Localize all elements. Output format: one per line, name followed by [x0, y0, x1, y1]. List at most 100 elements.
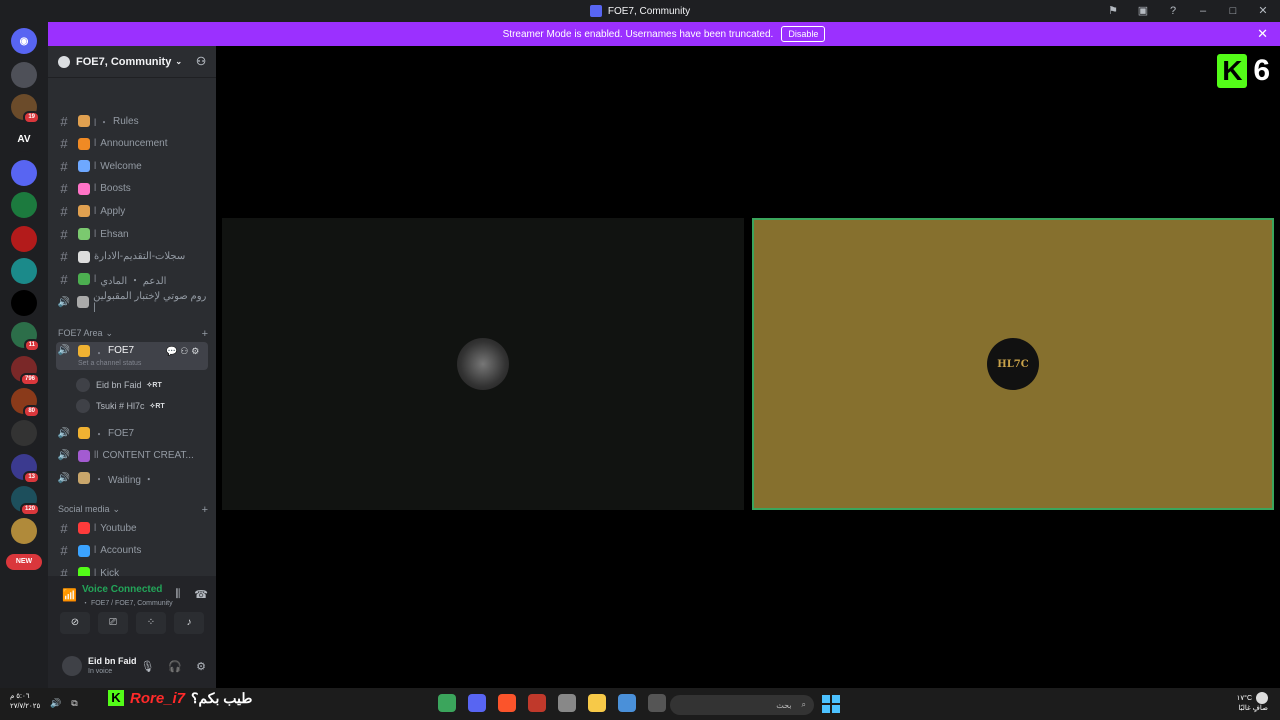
- text-channel-item[interactable]: # l Welcome: [56, 156, 208, 176]
- server-item[interactable]: [11, 192, 37, 218]
- category-header[interactable]: FOE7 Area ⌄ +: [58, 328, 208, 340]
- app-icon[interactable]: [438, 694, 456, 712]
- weather-widget[interactable]: ١٧°C صافٍ غالبًا: [1237, 692, 1268, 714]
- channel-status[interactable]: Set a channel status: [78, 360, 141, 367]
- windows-start-icon[interactable]: [822, 695, 840, 713]
- task-view-icon[interactable]: [648, 694, 666, 712]
- volume-icon[interactable]: 🔊: [50, 698, 61, 709]
- server-item[interactable]: 11: [11, 322, 40, 352]
- server-item[interactable]: [11, 62, 37, 88]
- channel-emoji-icon: [78, 544, 90, 557]
- server-item[interactable]: 13: [11, 454, 40, 484]
- chevron-down-icon: ⌄: [105, 328, 114, 338]
- voice-channel-item[interactable]: 🔊 ll CONTENT CREAT...: [56, 446, 208, 466]
- activities-button[interactable]: ⁘: [136, 612, 166, 634]
- discord-taskbar-icon[interactable]: [468, 694, 486, 712]
- inbox-icon[interactable]: ⚑: [1104, 2, 1122, 20]
- server-item[interactable]: [11, 420, 37, 446]
- voice-member[interactable]: Tsuki # Hl7c ✧RT: [76, 397, 165, 415]
- server-item[interactable]: 80: [11, 388, 40, 418]
- minimize-button[interactable]: –: [1194, 2, 1212, 20]
- text-channel-item[interactable]: # l Boosts: [56, 179, 208, 199]
- maximize-button[interactable]: □: [1224, 2, 1242, 20]
- disconnect-icon[interactable]: ☎: [194, 588, 208, 601]
- role-tag: ✧RT: [146, 382, 162, 389]
- text-channel-item[interactable]: # l Youtube: [56, 518, 208, 538]
- new-badge[interactable]: NEW: [6, 554, 42, 570]
- folder-icon[interactable]: [588, 694, 606, 712]
- hash-icon: #: [60, 271, 68, 287]
- avatar[interactable]: [62, 656, 82, 676]
- screen-share-button[interactable]: ⎚: [98, 612, 128, 634]
- camera-off-button[interactable]: ⊘: [60, 612, 90, 634]
- invite-people-icon[interactable]: ⚇: [196, 55, 206, 68]
- channel-name: FOE7: [108, 345, 135, 356]
- text-channel-item[interactable]: # l Ehsan: [56, 224, 208, 244]
- headphones-icon[interactable]: 🎧: [168, 660, 182, 673]
- viewer-count: 6: [1253, 54, 1270, 87]
- channel-name: Boosts: [100, 183, 131, 195]
- microphone-icon[interactable]: 🎙: [140, 660, 154, 673]
- add-channel-icon[interactable]: +: [202, 328, 208, 340]
- server-item[interactable]: [11, 160, 37, 186]
- text-channel-item[interactable]: # l Apply: [56, 201, 208, 221]
- network-icon[interactable]: ⧉: [71, 698, 77, 709]
- chat-username: Rore_i7: [130, 689, 186, 707]
- voice-channel-item[interactable]: 🔊 ・ FOE7: [56, 423, 208, 443]
- mouse-icon[interactable]: [558, 694, 576, 712]
- participant-tile[interactable]: [222, 218, 744, 510]
- server-item[interactable]: [11, 290, 37, 316]
- server-item[interactable]: 796: [11, 356, 40, 386]
- channel-name: سجلات-التقديم-الادارة: [94, 251, 186, 263]
- speaker-icon: 🔊: [57, 427, 71, 439]
- monitor-icon[interactable]: ▣: [1134, 2, 1152, 20]
- noise-suppression-icon[interactable]: ⫼: [175, 588, 180, 601]
- channel-name: Ehsan: [100, 228, 129, 240]
- guild-header[interactable]: FOE7, Community ⌄ ⚇: [48, 46, 216, 78]
- voice-member[interactable]: Eid bn Faid ✧RT: [76, 376, 162, 394]
- server-item[interactable]: 120: [11, 486, 40, 516]
- server-rail: ◉ 19 AV 11 796 80 13 120 NEW: [0, 22, 48, 688]
- participant-tile-speaking[interactable]: HL7C: [752, 218, 1274, 510]
- text-channel-item[interactable]: # l Accounts: [56, 541, 208, 561]
- server-item[interactable]: [11, 258, 37, 284]
- voice-connected-subtitle[interactable]: ・ FOE7 / FOE7, Community: [82, 598, 173, 608]
- taskbar-search[interactable]: بحث ⌕: [670, 695, 814, 715]
- user-name: Eid bn Faid: [88, 656, 137, 666]
- channel-name: Apply: [100, 205, 126, 217]
- voice-channel-item[interactable]: 🔊 روم صوتي لإختبار المقبولين |: [56, 291, 208, 313]
- gear-icon[interactable]: ⚙: [191, 346, 199, 357]
- close-window-button[interactable]: ✕: [1254, 2, 1272, 20]
- help-icon[interactable]: ?: [1164, 2, 1182, 20]
- disable-streamer-mode-button[interactable]: Disable: [781, 26, 826, 42]
- mention-badge: 796: [19, 373, 40, 386]
- channel-name: CONTENT CREAT...: [102, 450, 194, 462]
- weather-temp: ١٧°C: [1236, 694, 1252, 702]
- add-member-icon[interactable]: ⚇: [180, 346, 188, 357]
- server-item[interactable]: [11, 518, 37, 544]
- gear-icon[interactable]: ⚙: [196, 660, 206, 673]
- server-item[interactable]: 19: [11, 94, 40, 124]
- category-header[interactable]: Social media ⌄ +: [58, 504, 208, 516]
- chat-icon[interactable]: 💬: [166, 346, 177, 357]
- text-channel-item[interactable]: # l Announcement: [56, 134, 208, 154]
- add-channel-icon[interactable]: +: [202, 504, 208, 516]
- soundboard-button[interactable]: ♪: [174, 612, 204, 634]
- mention-badge: 80: [23, 405, 40, 418]
- server-item[interactable]: [11, 226, 37, 252]
- text-channel-item[interactable]: # l ・ Rules: [56, 111, 208, 131]
- channel-separator: ・: [94, 349, 104, 360]
- voice-channel-item[interactable]: 🔊 ・ Waiting ・: [56, 468, 208, 488]
- user-bar: Eid bn Faid In voice 🎙 🎧 ⚙: [48, 648, 216, 688]
- brave-icon[interactable]: [498, 694, 516, 712]
- discord-home-icon[interactable]: ◉: [11, 28, 37, 54]
- tray-clock[interactable]: ٥:٠٦ م ٢٧/٧/٢٠٢٥: [10, 692, 40, 712]
- text-channel-item[interactable]: # l الدعم ・ المادي: [56, 269, 208, 289]
- close-icon[interactable]: ✕: [1257, 26, 1268, 42]
- text-channel-item[interactable]: # سجلات-التقديم-الادارة: [56, 247, 208, 267]
- chevron-down-icon: ⌄: [175, 57, 183, 66]
- server-item[interactable]: AV: [11, 126, 37, 152]
- signal-icon[interactable]: 📶: [62, 588, 77, 602]
- store-icon[interactable]: [618, 694, 636, 712]
- app-icon[interactable]: [528, 694, 546, 712]
